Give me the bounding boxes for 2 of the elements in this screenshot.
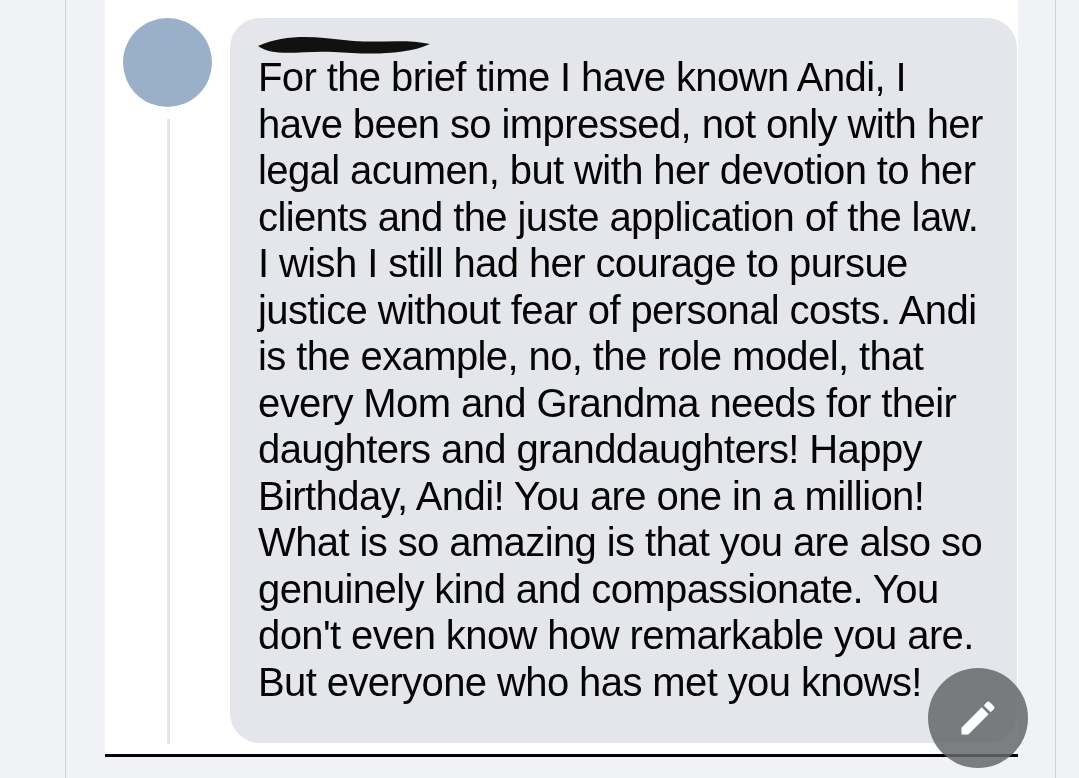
comment-text: For the brief time I have known Andi, I have been so impressed, not only with her legal acumen, but with her devotion to her clients and the juste application of the law. I wish I still had her courage to pursue justice without fear of personal costs. Andi is the example, no, the role model, that every Mom and Grandma needs for their daughters and granddaughters! Happy Birthday, Andi! You are one in a million!: [258, 54, 984, 519]
comment-text: What is so amazing is that you are also so genuinely kind and compassionate. You don't even know how remarkable you are. But everyone who has met you knows!: [258, 519, 984, 705]
